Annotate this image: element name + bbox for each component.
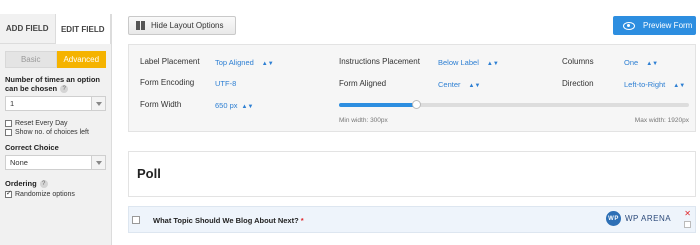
times-chosen-label: Number of times an option can be chosen? [5,75,111,94]
wp-arena-logo: WP WP ARENA [606,211,671,226]
tab-edit-field[interactable]: EDIT FIELD [54,14,111,44]
updown-icon: ▲▼ [673,83,686,89]
label-placement-value: Top Aligned [215,58,254,67]
direction-select[interactable]: Left-to-Right ▲▼ [624,80,685,89]
ordering-label: Ordering [5,179,37,189]
select-field-checkbox[interactable] [132,216,140,224]
reset-every-day-checkbox[interactable]: Reset Every Day [5,119,111,128]
required-marker: * [300,216,304,225]
checkbox-checked-icon [5,189,12,199]
basic-mode-button[interactable]: Basic [5,51,57,68]
slider-handle[interactable] [412,100,421,109]
columns-label: Columns [562,57,594,66]
preview-form-button[interactable]: Preview Form [613,16,696,35]
randomize-options-label: Randomize options [15,191,75,199]
checkbox-icon [5,120,12,128]
columns-select[interactable]: One ▲▼ [624,58,658,67]
form-aligned-value: Center [438,80,461,89]
question-text: What Topic Should We Blog About Next? * [153,216,304,225]
slider-fill [339,103,416,107]
updown-icon: ▲▼ [646,61,659,67]
columns-value: One [624,58,639,67]
layout-icon [136,21,145,30]
times-chosen-label-line2: can be chosen [5,84,58,93]
min-width-note: Min width: 300px [339,117,388,124]
updown-icon: ▲▼ [241,104,254,110]
correct-choice-label: Correct Choice [5,143,59,153]
max-width-note: Max width: 1920px [634,117,689,124]
instructions-placement-label: Instructions Placement [339,57,420,66]
form-width-input[interactable]: 650 px ▲▼ [215,101,253,110]
layout-settings-panel: Label Placement Top Aligned ▲▼ Instructio… [128,44,696,132]
chevron-down-icon [91,97,105,111]
randomize-options-checkbox[interactable]: Randomize options [5,189,111,199]
hide-layout-label: Hide Layout Options [151,21,224,30]
wp-logo-icon: WP [606,211,621,226]
checkbox-icon [5,129,12,137]
duplicate-icon[interactable] [684,221,691,228]
form-width-label: Form Width [140,100,182,109]
direction-value: Left-to-Right [624,80,666,89]
correct-choice-select[interactable]: None [5,155,106,171]
help-icon[interactable]: ? [60,85,69,94]
updown-icon: ▲▼ [468,83,481,89]
label-placement-select[interactable]: Top Aligned ▲▼ [215,58,274,67]
form-title-section: Poll [128,151,696,197]
question-field-row[interactable]: What Topic Should We Blog About Next? * … [128,206,696,233]
form-encoding-value[interactable]: UTF-8 [215,79,236,88]
times-chosen-label-line1: Number of times an option [5,75,101,84]
instructions-placement-value: Below Label [438,58,479,67]
logo-text: WP ARENA [625,214,672,223]
hide-layout-options-button[interactable]: Hide Layout Options [128,16,236,35]
times-chosen-value: 1 [10,99,15,109]
tab-add-field[interactable]: ADD FIELD [0,14,55,43]
instructions-placement-select[interactable]: Below Label ▲▼ [438,58,499,67]
eye-icon [623,21,635,30]
ordering-label-row: Ordering? [5,179,111,189]
form-aligned-label: Form Aligned [339,79,387,88]
form-width-value: 650 [215,101,228,110]
form-width-unit: px [229,101,238,110]
reset-every-day-label: Reset Every Day [15,120,68,128]
form-title[interactable]: Poll [137,166,161,181]
show-choices-left-checkbox[interactable]: Show no. of choices left [5,128,111,137]
question-label: What Topic Should We Blog About Next? [153,216,299,225]
panel-tabs: ADD FIELD EDIT FIELD [0,14,111,44]
times-chosen-select[interactable]: 1 [5,96,106,112]
chevron-down-icon [91,156,105,170]
form-width-slider[interactable] [339,100,689,109]
form-aligned-select[interactable]: Center ▲▼ [438,80,480,89]
updown-icon: ▲▼ [486,61,499,67]
updown-icon: ▲▼ [261,61,274,67]
mode-toggle: Basic Advanced [5,51,106,68]
direction-label: Direction [562,79,594,88]
close-icon[interactable]: ✕ [684,209,691,218]
preview-form-label: Preview Form [643,21,693,30]
label-placement-label: Label Placement [140,57,200,66]
help-icon[interactable]: ? [39,180,48,189]
advanced-mode-button[interactable]: Advanced [56,51,106,68]
field-settings-panel: ADD FIELD EDIT FIELD Basic Advanced Numb… [0,14,112,245]
form-encoding-label: Form Encoding [140,78,195,87]
show-choices-left-label: Show no. of choices left [15,129,89,137]
correct-choice-value: None [10,158,28,168]
